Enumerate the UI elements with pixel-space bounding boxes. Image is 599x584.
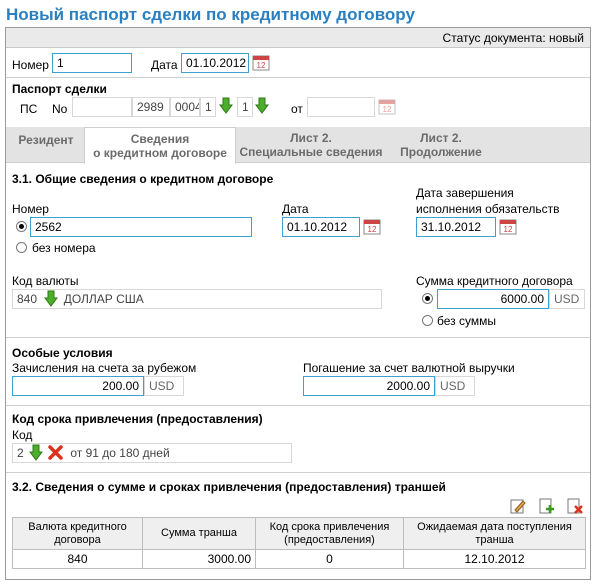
table-cell: 12.10.2012 bbox=[403, 549, 586, 569]
calendar-icon[interactable]: 12 bbox=[378, 98, 396, 115]
radio-no-sum[interactable] bbox=[422, 315, 433, 326]
tab-resident[interactable]: Резидент bbox=[8, 127, 84, 163]
delete-icon[interactable] bbox=[48, 445, 63, 460]
credit-abroad-currency: USD bbox=[144, 376, 184, 396]
svg-text:12: 12 bbox=[504, 225, 513, 234]
contract-number-input[interactable]: 2562 bbox=[30, 217, 252, 237]
tranches-table: Валюта кредитного договора Сумма транша … bbox=[12, 517, 586, 569]
table-cell: 0 bbox=[255, 549, 404, 569]
currency-name: ДОЛЛАР США bbox=[63, 292, 144, 306]
sum-label: Сумма кредитного договора bbox=[416, 274, 573, 288]
passport-from-label: от bbox=[291, 102, 303, 116]
divider bbox=[6, 337, 590, 338]
term-code-label: Код bbox=[12, 428, 33, 442]
passport-part2[interactable]: 2989 bbox=[132, 97, 170, 117]
passport-heading: Паспорт сделки bbox=[12, 82, 107, 96]
svg-text:12: 12 bbox=[383, 105, 392, 114]
radio-with-sum[interactable] bbox=[422, 293, 433, 304]
divider bbox=[6, 472, 590, 473]
contract-number-label: Номер bbox=[12, 202, 49, 216]
no-number-label: без номера bbox=[32, 241, 96, 255]
arrow-down-icon[interactable] bbox=[219, 97, 233, 114]
repayment-input[interactable]: 2000.00 bbox=[303, 376, 435, 396]
radio-with-number[interactable] bbox=[16, 221, 27, 232]
column-header: Код срока привлечения (предоставления) bbox=[255, 517, 404, 550]
divider bbox=[6, 77, 590, 78]
calendar-icon[interactable]: 12 bbox=[363, 218, 381, 235]
header-date-label: Дата bbox=[151, 58, 178, 72]
passport-part4[interactable]: 1 bbox=[200, 97, 216, 117]
edit-icon[interactable] bbox=[510, 498, 526, 514]
header-number-input[interactable]: 1 bbox=[52, 53, 132, 73]
credit-abroad-label: Зачисления на счета за рубежом bbox=[12, 361, 197, 375]
calendar-icon[interactable]: 12 bbox=[252, 54, 270, 71]
radio-no-number[interactable] bbox=[16, 242, 27, 253]
divider bbox=[6, 405, 590, 406]
column-header: Валюта кредитного договора bbox=[12, 517, 143, 550]
section1-heading: 3.1. Общие сведения о кредитном договоре bbox=[12, 172, 274, 186]
section2-heading: 3.2. Сведения о сумме и сроках привлечен… bbox=[12, 480, 446, 494]
repayment-currency: USD bbox=[435, 376, 475, 396]
arrow-down-icon[interactable] bbox=[44, 290, 58, 307]
calendar-icon[interactable]: 12 bbox=[499, 218, 517, 235]
add-row-icon[interactable] bbox=[539, 498, 555, 514]
arrow-down-icon[interactable] bbox=[255, 97, 269, 114]
no-sum-label: без суммы bbox=[437, 314, 496, 328]
repayment-label: Погашение за счет валютной выручки bbox=[303, 361, 515, 375]
table-row[interactable]: 840 3000.00 0 12.10.2012 bbox=[12, 549, 586, 569]
header-number-label: Номер bbox=[12, 58, 49, 72]
end-date-label-1: Дата завершения bbox=[416, 186, 514, 200]
credit-abroad-input[interactable]: 200.00 bbox=[12, 376, 144, 396]
passport-ps-label: ПС bbox=[20, 102, 38, 116]
delete-row-icon[interactable] bbox=[567, 498, 583, 514]
sum-input[interactable]: 6000.00 bbox=[437, 289, 549, 309]
svg-text:12: 12 bbox=[368, 225, 377, 234]
contract-date-input[interactable]: 01.10.2012 bbox=[282, 217, 360, 237]
table-cell: 840 bbox=[12, 549, 143, 569]
passport-from-input[interactable] bbox=[307, 97, 375, 117]
status-bar: Статус документа: новый bbox=[6, 28, 590, 48]
passport-part5[interactable]: 1 bbox=[237, 97, 253, 117]
tab-credit-agreement[interactable]: Сведения о кредитном договоре bbox=[84, 127, 236, 164]
contract-date-label: Дата bbox=[282, 202, 309, 216]
svg-text:12: 12 bbox=[257, 61, 266, 70]
column-header: Сумма транша bbox=[142, 517, 256, 550]
header-date-input[interactable]: 01.10.2012 bbox=[181, 53, 249, 73]
column-header: Ожидаемая дата поступления транша bbox=[403, 517, 586, 550]
passport-no-label: No bbox=[52, 102, 68, 116]
currency-label: Код валюты bbox=[12, 274, 79, 288]
term-text: от 91 до 180 дней bbox=[70, 446, 170, 460]
term-code: 2 bbox=[17, 446, 24, 460]
currency-code: 840 bbox=[17, 292, 38, 306]
page-title: Новый паспорт сделки по кредитному догов… bbox=[6, 5, 415, 24]
tab-continuation[interactable]: Лист 2. Продолжение bbox=[386, 127, 496, 163]
tab-special-info[interactable]: Лист 2. Специальные сведения bbox=[236, 127, 386, 163]
sum-currency: USD bbox=[549, 289, 585, 309]
passport-part3[interactable]: 0004 bbox=[170, 97, 200, 117]
currency-field[interactable]: 840 ДОЛЛАР США bbox=[12, 289, 382, 309]
special-heading: Особые условия bbox=[12, 346, 113, 360]
term-heading: Код срока привлечения (предоставления) bbox=[12, 412, 263, 426]
arrow-down-icon[interactable] bbox=[29, 444, 43, 461]
passport-part1[interactable] bbox=[72, 97, 132, 117]
table-header-row: Валюта кредитного договора Сумма транша … bbox=[12, 517, 586, 550]
end-date-label-2: исполнения обязательств bbox=[416, 202, 560, 216]
table-cell: 3000.00 bbox=[142, 549, 256, 569]
end-date-input[interactable]: 31.10.2012 bbox=[416, 217, 496, 237]
status-text: Статус документа: новый bbox=[442, 31, 584, 45]
